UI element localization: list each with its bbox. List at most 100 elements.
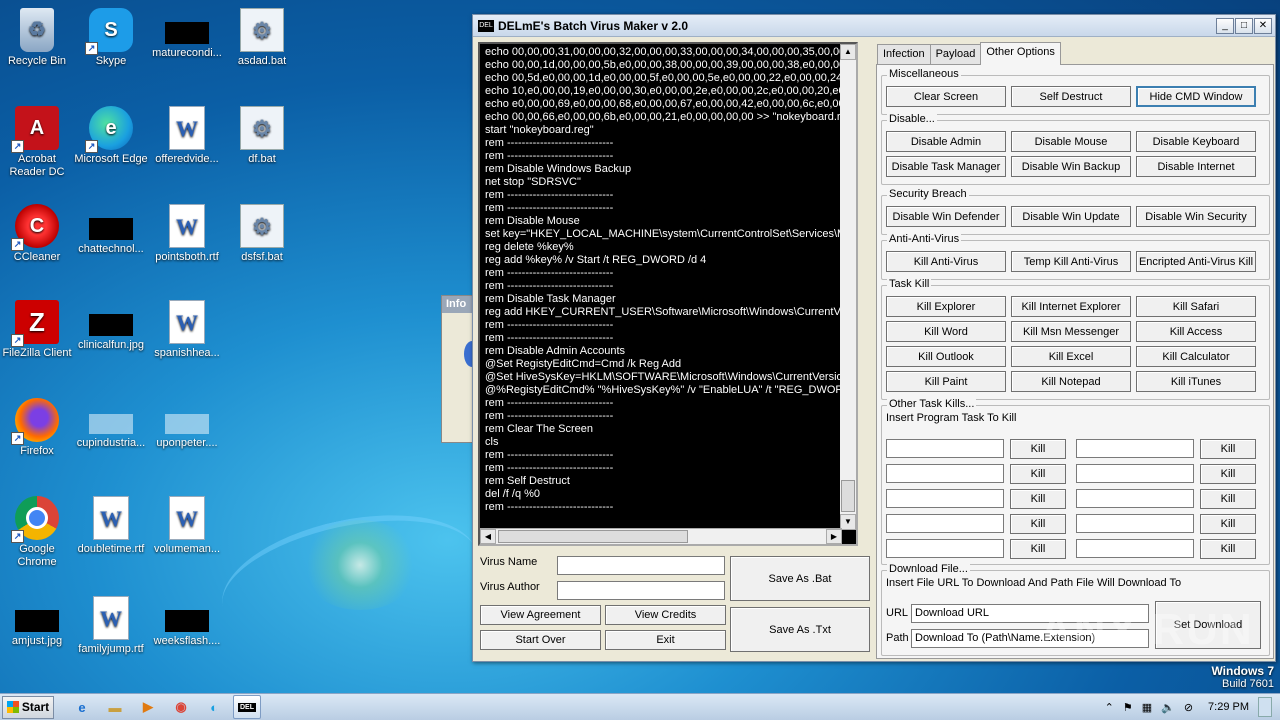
self-destruct-button[interactable]: Self Destruct	[1011, 86, 1131, 107]
taskbar-batch-virus-maker-app[interactable]: DEL	[233, 695, 261, 719]
taskbar-media-player-icon[interactable]: ▶	[134, 695, 162, 719]
taskbar-internet-explorer-icon[interactable]: e	[68, 695, 96, 719]
disable-internet-button[interactable]: Disable Internet	[1136, 156, 1256, 177]
task-kill-button[interactable]: Kill Outlook	[886, 346, 1006, 367]
desktop-icon[interactable]: weeksflash....	[150, 596, 224, 648]
exit-button[interactable]: Exit	[605, 630, 726, 650]
task-kill-button[interactable]: Kill Calculator	[1136, 346, 1256, 367]
desktop-icon[interactable]: clinicalfun.jpg	[74, 300, 148, 352]
task-name-input[interactable]	[1076, 439, 1194, 458]
desktop-icon[interactable]: Wpointsboth.rtf	[150, 204, 224, 264]
task-name-input[interactable]	[886, 439, 1004, 458]
desktop-icon[interactable]: ↗ Google Chrome	[0, 496, 74, 569]
clear-screen-button[interactable]: Clear Screen	[886, 86, 1006, 107]
virus-author-input[interactable]	[557, 581, 725, 600]
minimize-button[interactable]: _	[1216, 17, 1234, 34]
kill-task-button[interactable]: Kill	[1200, 539, 1256, 559]
task-kill-button[interactable]: Kill Access	[1136, 321, 1256, 342]
task-name-input[interactable]	[886, 464, 1004, 483]
disable-mouse-button[interactable]: Disable Mouse	[1011, 131, 1131, 152]
tab-infection[interactable]: Infection	[877, 44, 931, 64]
task-name-input[interactable]	[1076, 539, 1194, 558]
task-kill-button[interactable]: Kill iTunes	[1136, 371, 1256, 392]
batch-code-output[interactable]: echo 00,00,00,31,00,00,00,32,00,00,00,33…	[478, 42, 858, 546]
kill-task-button[interactable]: Kill	[1010, 489, 1066, 509]
desktop-icon[interactable]: ⚙ asdad.bat	[225, 8, 299, 68]
taskbar-chrome-icon[interactable]: ◉	[167, 695, 195, 719]
disable-win-defender-button[interactable]: Disable Win Defender	[886, 206, 1006, 227]
tray-volume-icon[interactable]: 🔈	[1161, 701, 1175, 714]
temp-kill-anti-virus-button[interactable]: Temp Kill Anti-Virus	[1011, 251, 1131, 272]
tab-other-options[interactable]: Other Options	[980, 42, 1061, 65]
desktop-icon[interactable]: e ↗ Microsoft Edge	[74, 106, 148, 166]
scroll-left-arrow-icon[interactable]: ◀	[480, 529, 496, 544]
desktop-icon[interactable]: cupindustria...	[74, 398, 148, 450]
close-button[interactable]: ✕	[1254, 17, 1272, 34]
task-name-input[interactable]	[886, 539, 1004, 558]
show-desktop-button[interactable]	[1258, 697, 1272, 717]
desktop-icon[interactable]: Wspanishhea...	[150, 300, 224, 360]
save-as-bat-button[interactable]: Save As .Bat	[730, 556, 870, 601]
disable-win-backup-button[interactable]: Disable Win Backup	[1011, 156, 1131, 177]
save-as-txt-button[interactable]: Save As .Txt	[730, 607, 870, 652]
taskbar-edge-icon[interactable]: ◐	[200, 695, 228, 719]
task-kill-button[interactable]: Kill Word	[886, 321, 1006, 342]
task-name-input[interactable]	[1076, 514, 1194, 533]
vertical-scroll-thumb[interactable]	[841, 480, 855, 512]
desktop-icon[interactable]: Wofferedvide...	[150, 106, 224, 166]
desktop-icon[interactable]: amjust.jpg	[0, 596, 74, 648]
desktop-icon[interactable]: ↗ Firefox	[0, 398, 74, 458]
title-bar[interactable]: DEL DELmE's Batch Virus Maker v 2.0 _ □ …	[473, 15, 1275, 37]
kill-task-button[interactable]: Kill	[1200, 439, 1256, 459]
tab-payload[interactable]: Payload	[929, 44, 982, 64]
tray-expand-icon[interactable]: ⌃	[1105, 701, 1114, 714]
task-kill-button[interactable]: Kill Paint	[886, 371, 1006, 392]
kill-task-button[interactable]: Kill	[1010, 514, 1066, 534]
kill-task-button[interactable]: Kill	[1010, 439, 1066, 459]
hide-cmd-window-button[interactable]: Hide CMD Window	[1136, 86, 1256, 107]
virus-name-input[interactable]	[557, 556, 725, 575]
kill-task-button[interactable]: Kill	[1200, 514, 1256, 534]
task-kill-button[interactable]: Kill Safari	[1136, 296, 1256, 317]
disable-keyboard-button[interactable]: Disable Keyboard	[1136, 131, 1256, 152]
disable-admin-button[interactable]: Disable Admin	[886, 131, 1006, 152]
clock[interactable]: 7:29 PM	[1208, 701, 1249, 713]
kill-task-button[interactable]: Kill	[1200, 464, 1256, 484]
kill-task-button[interactable]: Kill	[1010, 464, 1066, 484]
desktop-icon[interactable]: maturecondi...	[150, 8, 224, 60]
encripted-anti-virus-kill-button[interactable]: Encripted Anti-Virus Kill	[1136, 251, 1256, 272]
tray-network-icon[interactable]: ▦	[1142, 701, 1152, 714]
view-agreement-button[interactable]: View Agreement	[480, 605, 601, 625]
info-window-partial[interactable]: Info	[441, 295, 480, 443]
task-kill-button[interactable]: Kill Notepad	[1011, 371, 1131, 392]
desktop-icon[interactable]: ⚙ dsfsf.bat	[225, 204, 299, 264]
task-kill-button[interactable]: Kill Excel	[1011, 346, 1131, 367]
vertical-scrollbar[interactable]: ▲ ▼	[840, 44, 856, 530]
task-kill-button[interactable]: Kill Explorer	[886, 296, 1006, 317]
view-credits-button[interactable]: View Credits	[605, 605, 726, 625]
desktop-icon[interactable]: ⚙ df.bat	[225, 106, 299, 166]
scroll-up-arrow-icon[interactable]: ▲	[840, 44, 856, 60]
desktop-icon[interactable]: C ↗ CCleaner	[0, 204, 74, 264]
batch-code-text[interactable]: echo 00,00,00,31,00,00,00,32,00,00,00,33…	[480, 44, 846, 516]
task-name-input[interactable]	[886, 514, 1004, 533]
maximize-button[interactable]: □	[1235, 17, 1253, 34]
start-over-button[interactable]: Start Over	[480, 630, 601, 650]
task-name-input[interactable]	[1076, 489, 1194, 508]
disable-win-update-button[interactable]: Disable Win Update	[1011, 206, 1131, 227]
kill-task-button[interactable]: Kill	[1010, 539, 1066, 559]
desktop-icon[interactable]: A ↗ Acrobat Reader DC	[0, 106, 74, 179]
disable-win-security-button[interactable]: Disable Win Security	[1136, 206, 1256, 227]
desktop-icon[interactable]: uponpeter....	[150, 398, 224, 450]
task-name-input[interactable]	[886, 489, 1004, 508]
horizontal-scrollbar[interactable]: ◀ ▶	[480, 528, 842, 544]
horizontal-scroll-thumb[interactable]	[498, 530, 688, 543]
tray-security-icon[interactable]: ⊘	[1184, 701, 1193, 714]
desktop-icon[interactable]: ♻ Recycle Bin	[0, 8, 74, 68]
tray-flag-icon[interactable]: ⚑	[1123, 701, 1133, 714]
scroll-right-arrow-icon[interactable]: ▶	[826, 529, 842, 544]
task-kill-button[interactable]: Kill Msn Messenger	[1011, 321, 1131, 342]
start-button[interactable]: Start	[2, 695, 54, 719]
kill-task-button[interactable]: Kill	[1200, 489, 1256, 509]
kill-anti-virus-button[interactable]: Kill Anti-Virus	[886, 251, 1006, 272]
